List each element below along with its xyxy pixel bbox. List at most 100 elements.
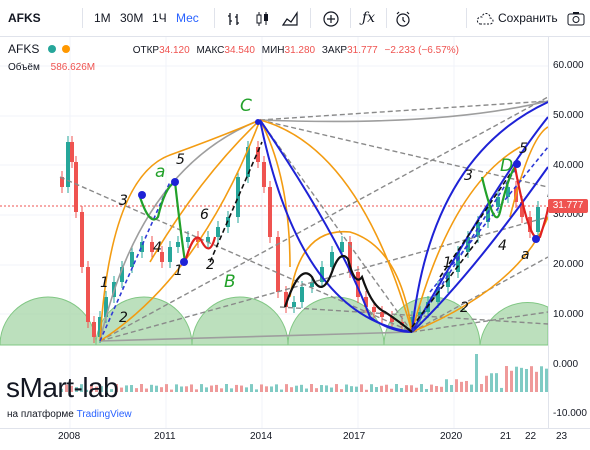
label-4b: 4 [498,238,507,254]
candle [536,207,540,232]
volume-bar [230,388,233,392]
volume-bar [160,387,163,392]
candle [168,247,172,262]
volume-bar [460,381,463,392]
candle [176,242,180,247]
volume-bar [380,385,383,392]
volume-bar [505,366,508,392]
candle [186,237,190,242]
low-value: 31.280 [284,45,316,56]
volume-bar [200,384,203,392]
camera-snapshot-icon[interactable] [566,0,586,36]
volume-series [60,354,548,392]
volume-bar [305,388,308,392]
price-tick: 20.000 [553,259,584,270]
candle [372,307,376,312]
volume-bar [355,386,358,392]
label-3b: 3 [464,168,473,184]
time-tick: 23 [556,431,568,442]
price-chart-canvas[interactable]: C a B D C b 5 3 4 1 2 6 2 3 5 4 1 2 B a … [0,37,548,428]
compare-plus-icon[interactable] [322,0,340,36]
label-2: 2 [119,310,128,326]
interval-1h[interactable]: 1Ч [152,0,167,36]
volume-bar [120,387,123,392]
time-tick: 2011 [154,431,176,442]
volume-bar [190,384,193,392]
save-button[interactable]: Сохранить [476,0,558,36]
volume-legend: Объём 586.626M [8,62,95,73]
label-3: 3 [119,193,128,209]
volume-bar [420,384,423,392]
volume-bar [245,387,248,392]
volume-bar [415,387,418,392]
indicators-fx-icon[interactable]: ƒx [362,0,375,36]
label-2b: 2 [206,257,215,273]
volume-bar [170,389,173,392]
volume-bar [520,367,523,392]
volume-value: 586.626M [50,62,96,73]
volume-bar [530,366,533,392]
candle [496,197,500,207]
volume-bar [450,384,453,392]
volume-bar [365,389,368,392]
candles-icon[interactable] [254,0,270,36]
volume-bar [155,385,158,392]
legend-symbol: AFKS [8,42,40,56]
volume-bar [400,387,403,392]
chart-toolbar: AFKS 1М 30М 1Ч Мес ƒx Сохранить [0,0,590,37]
volume-bar [515,366,518,392]
volume-bar [475,354,478,392]
interval-30m[interactable]: 30М [120,0,143,36]
tradingview-link[interactable]: TradingView [77,409,132,420]
volume-bar [285,384,288,392]
save-label: Сохранить [498,11,558,25]
volume-bar [235,384,238,392]
volume-bar [275,384,278,392]
volume-bar [345,384,348,392]
volume-tick: -10.000 [553,408,587,419]
volume-bar [510,370,513,392]
volume-bar [255,389,258,392]
candle [70,142,74,162]
close-label: ЗАКР [321,45,348,56]
interval-month[interactable]: Мес [176,0,199,36]
candle [236,177,240,217]
time-tick: 2017 [343,431,366,442]
candle [292,302,296,307]
ohlc-legend: AFKS ОТКР34.120 МАКС34.540 МИН31.280 ЗАК… [8,42,459,56]
candle [262,162,266,187]
time-tick: 21 [500,431,512,442]
volume-bar [210,385,213,392]
label-2c: 2 [460,300,469,316]
volume-bar [260,384,263,392]
volume-bar [175,384,178,392]
status-dot-icon [61,45,70,53]
time-tick: 22 [525,431,537,442]
area-chart-icon[interactable] [281,0,298,36]
alert-clock-icon[interactable] [394,0,412,36]
interval-1m[interactable]: 1М [94,0,111,36]
volume-bar [180,386,183,392]
high-label: МАКС [196,45,225,56]
volume-bar [310,384,313,392]
low-label: МИН [261,45,285,56]
volume-bar [145,388,148,392]
time-tick: 2020 [440,431,463,442]
open-value: 34.120 [159,45,190,56]
time-tick: 2014 [250,431,273,442]
symbol-search[interactable]: AFKS [8,0,41,36]
volume-bar [335,384,338,392]
candle [74,162,78,212]
volume-bar [130,385,133,392]
toolbar-divider [214,8,215,28]
volume-bar [340,389,343,392]
volume-bar [490,373,493,392]
volume-bar [185,386,188,392]
volume-bar [440,386,443,392]
volume-bar [535,371,538,392]
candle [130,252,134,267]
bar-style-icon[interactable] [226,0,242,36]
volume-bar [330,387,333,392]
toolbar-divider [82,8,83,28]
volume-bar [425,388,428,392]
